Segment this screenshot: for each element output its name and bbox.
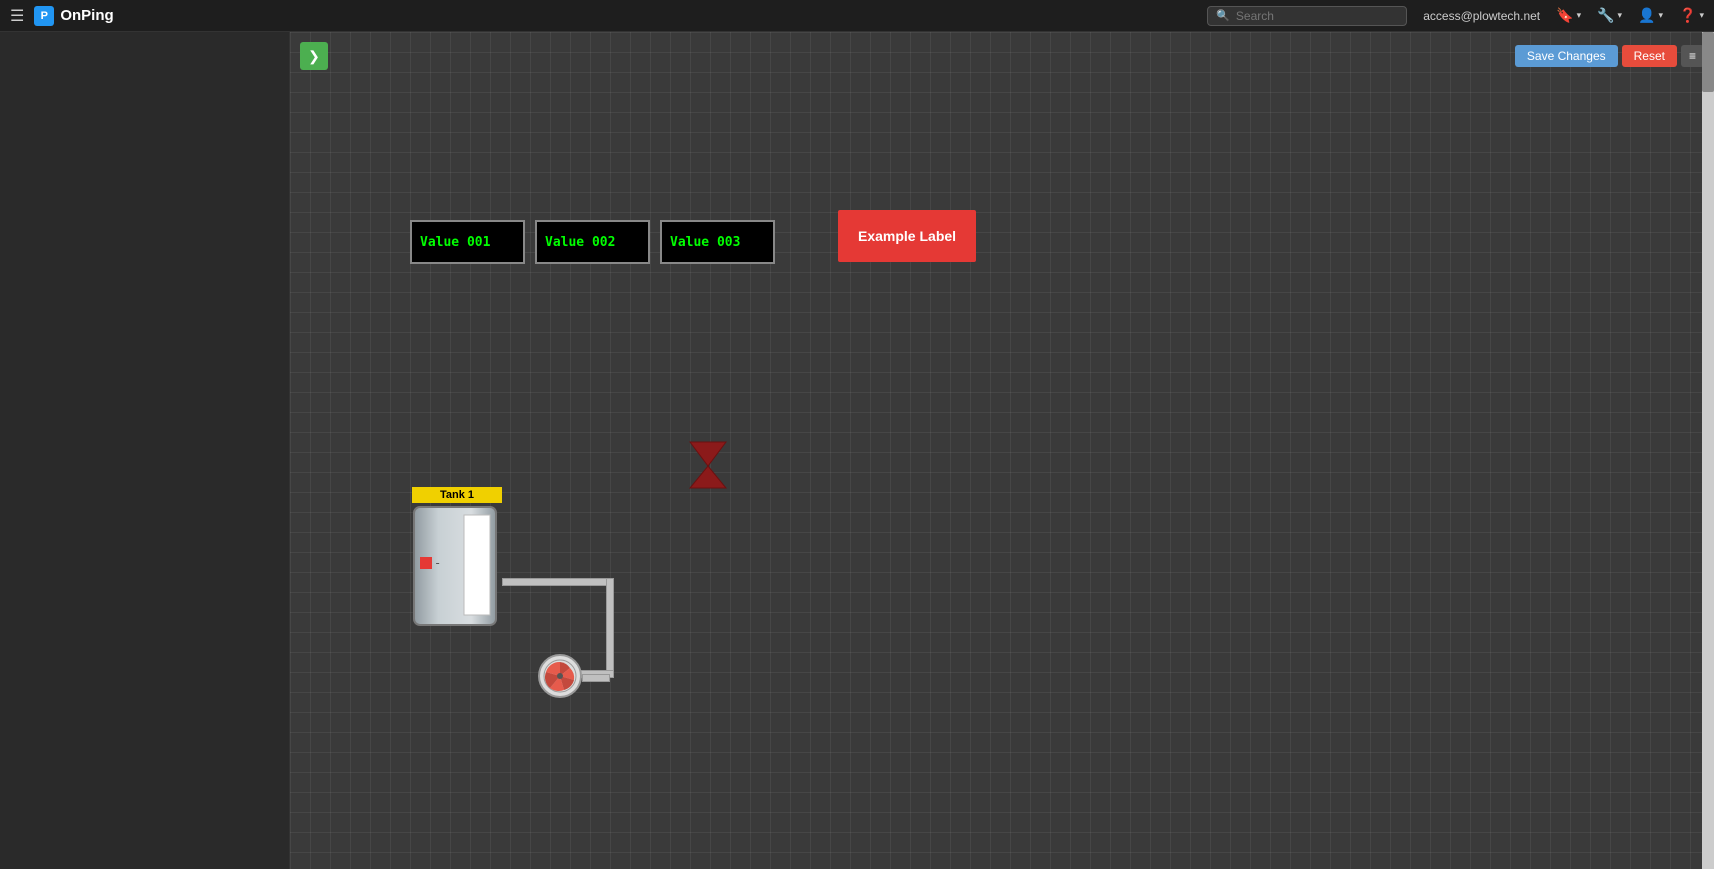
pipe-vertical-down — [606, 578, 614, 678]
help-icon: ❓ — [1679, 7, 1696, 24]
wrench-button[interactable]: 🔧 ▾ — [1597, 7, 1622, 24]
logo-icon: P — [34, 6, 54, 26]
pipe-horizontal-out — [502, 578, 612, 586]
navbar-left: ☰ P OnPing — [10, 6, 114, 26]
logo-text: OnPing — [60, 7, 113, 24]
search-icon: 🔍 — [1216, 9, 1230, 22]
user-email[interactable]: access@plowtech.net — [1423, 9, 1540, 23]
save-changes-button[interactable]: Save Changes — [1515, 45, 1618, 67]
help-button[interactable]: ❓ ▾ — [1679, 7, 1704, 24]
scrollbar[interactable] — [1702, 32, 1714, 869]
navbar: ☰ P OnPing 🔍 access@plowtech.net 🔖 ▾ 🔧 ▾… — [0, 0, 1714, 32]
wrench-icon: 🔧 — [1597, 7, 1614, 24]
tank-label: Tank 1 — [412, 487, 502, 503]
svg-text:-: - — [434, 556, 441, 570]
tank-svg: - — [412, 505, 502, 627]
canvas-area[interactable]: ❯ Save Changes Reset ≡ Value 001 Value 0… — [290, 32, 1714, 869]
value-box-003[interactable]: Value 003 — [660, 220, 775, 264]
pipe-pump-tail — [582, 674, 610, 682]
canvas-toolbar: ❯ Save Changes Reset ≡ — [300, 42, 1704, 70]
user-icon: 👤 — [1638, 7, 1655, 24]
hourglass-svg — [686, 440, 730, 490]
tank-container: Tank 1 — [412, 487, 502, 625]
value-box-002[interactable]: Value 002 — [535, 220, 650, 264]
pump-blades-svg — [542, 658, 578, 694]
main-content: ❯ Save Changes Reset ≡ Value 001 Value 0… — [290, 32, 1714, 869]
hamburger-icon[interactable]: ☰ — [10, 6, 24, 26]
value-002-text: Value 002 — [545, 235, 615, 250]
user-button[interactable]: 👤 ▾ — [1638, 7, 1663, 24]
reset-button[interactable]: Reset — [1622, 45, 1677, 67]
expand-button[interactable]: ❯ — [300, 42, 328, 70]
pump-circle[interactable] — [538, 654, 582, 698]
scrollbar-thumb[interactable] — [1702, 32, 1714, 92]
menu-button[interactable]: ≡ — [1681, 45, 1704, 67]
hourglass-valve[interactable] — [686, 440, 730, 495]
value-box-001[interactable]: Value 001 — [410, 220, 525, 264]
tank-body[interactable]: - — [412, 505, 502, 625]
sidebar — [0, 32, 290, 869]
example-label[interactable]: Example Label — [838, 210, 976, 262]
value-003-text: Value 003 — [670, 235, 740, 250]
bookmark-button[interactable]: 🔖 ▾ — [1556, 7, 1581, 24]
logo: P OnPing — [34, 6, 113, 26]
search-box[interactable]: 🔍 — [1207, 6, 1407, 26]
navbar-right: 🔍 access@plowtech.net 🔖 ▾ 🔧 ▾ 👤 ▾ ❓ ▾ — [1207, 6, 1704, 26]
logo-letter: P — [41, 10, 48, 22]
bookmark-icon: 🔖 — [1556, 7, 1573, 24]
search-input[interactable] — [1236, 9, 1396, 23]
toolbar-right: Save Changes Reset ≡ — [1515, 45, 1704, 67]
toolbar-left: ❯ — [300, 42, 328, 70]
example-label-text: Example Label — [858, 228, 956, 244]
value-001-text: Value 001 — [420, 235, 490, 250]
